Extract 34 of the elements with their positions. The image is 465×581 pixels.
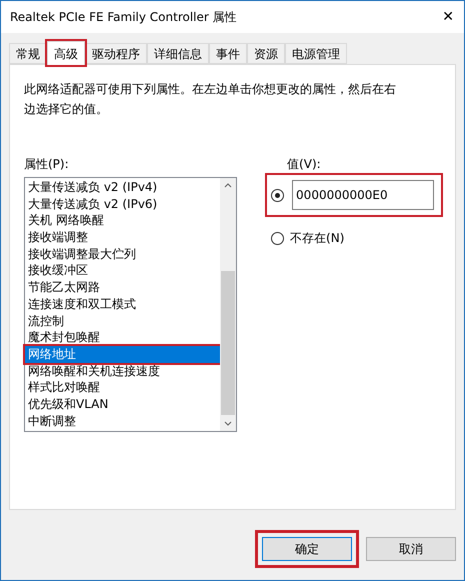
list-item[interactable]: 网络唤醒和关机连接速度 [25,362,220,380]
close-button[interactable]: ✕ [442,10,454,24]
list-item[interactable]: 连接速度和双工模式 [25,296,220,312]
list-item[interactable]: 网络地址 [25,346,220,363]
scrollbar[interactable] [220,178,236,431]
value-label: 值(V): [287,156,322,173]
tab[interactable]: 高级 [47,41,85,65]
list-item[interactable]: 接收缓冲区 [25,262,220,280]
list-item[interactable]: 接收端调整最大伫列 [25,246,220,262]
window-title: Realtek PCIe FE Family Controller 属性 [10,9,237,26]
list-item[interactable]: 大量传送减负 v2 (IPv4) [25,179,220,196]
list-item[interactable]: 大量传送减负 v2 (IPv6) [25,196,220,212]
tab[interactable]: 事件 [209,43,247,64]
scrollbar-thumb[interactable] [221,271,236,415]
value-field[interactable]: 0000000000E0 [292,180,434,210]
list-item[interactable]: 节能乙太网路 [25,279,220,296]
radio-button[interactable] [271,188,284,202]
tab[interactable]: 资源 [247,43,285,64]
radio-button[interactable] [271,232,284,244]
list-item[interactable]: 中断调整 [25,412,220,430]
list-item[interactable]: 流控制 [25,312,220,330]
list-item[interactable]: 接收端调整 [25,229,220,246]
properties-label: 属性(P): [24,156,70,173]
list-item[interactable]: 优先级和VLAN [25,396,220,413]
list-item[interactable]: 关机 网络唤醒 [25,212,220,230]
radio-label: 不存在(N) [290,230,344,247]
tab[interactable]: 电源管理 [285,43,347,64]
tab[interactable]: 详细信息 [147,43,209,64]
dialog-button[interactable]: 取消 [366,537,456,561]
tab[interactable]: 驱动程序 [85,43,147,64]
list-item[interactable]: 样式比对唤醒 [25,379,220,396]
list-item[interactable]: 魔术封包唤醒 [25,329,220,346]
tab[interactable]: 常规 [9,43,47,64]
description: 此网络适配器可使用下列属性。在左边单击你想更改的属性，然后在右边选择它的值。 [24,81,397,118]
